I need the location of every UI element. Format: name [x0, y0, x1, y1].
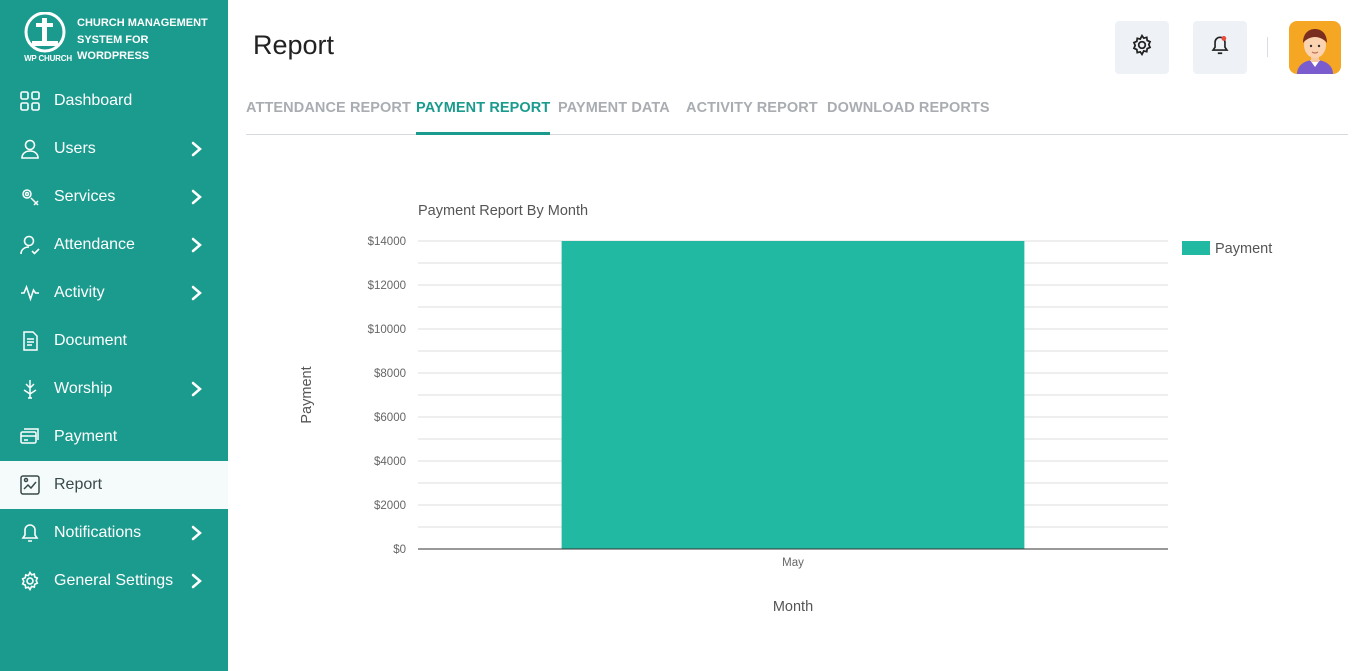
y-tick-label: $0	[393, 544, 406, 556]
sidebar-item-label: Notifications	[54, 524, 142, 541]
sidebar-item-label: Attendance	[54, 236, 135, 253]
header-divider	[1267, 37, 1268, 57]
sidebar-item-label: General Settings	[54, 572, 174, 589]
logo-subtitle: WP CHURCH	[24, 54, 72, 63]
y-tick-label: $6000	[374, 412, 406, 424]
sidebar-item-label: Services	[54, 188, 116, 205]
y-tick-label: $2000	[374, 500, 406, 512]
legend-label-payment: Payment	[1215, 241, 1272, 257]
y-tick-label: $12000	[368, 280, 406, 292]
gear-icon	[1131, 33, 1153, 61]
tab-activity-report[interactable]: ACTIVITY REPORT	[686, 92, 818, 135]
y-tick-label: $4000	[374, 456, 406, 468]
chevron-right-icon[interactable]	[190, 285, 204, 301]
main-content: Report ATTENDANCE REPORT PAYMENT REPORT …	[228, 0, 1365, 671]
y-tick-label: $8000	[374, 368, 406, 380]
x-axis-label: Month	[773, 599, 813, 615]
sidebar-item-payment[interactable]: Payment	[0, 413, 228, 461]
sidebar-item-label: Users	[54, 140, 96, 157]
sidebar-item-label: Document	[54, 332, 127, 349]
logo-title: CHURCH MANAGEMENT SYSTEM FOR WORDPRESS	[77, 17, 208, 62]
sidebar-item-dashboard[interactable]: Dashboard	[0, 77, 228, 125]
y-tick-label: $10000	[368, 324, 406, 336]
user-icon	[20, 139, 40, 159]
logo[interactable]: WP CHURCH CHURCH MANAGEMENT SYSTEM FOR W…	[18, 12, 218, 72]
chevron-right-icon[interactable]	[190, 237, 204, 253]
tab-payment-report[interactable]: PAYMENT REPORT	[416, 92, 551, 135]
report-icon	[20, 475, 40, 495]
sidebar-item-services[interactable]: Services	[0, 173, 228, 221]
tab-payment-data[interactable]: PAYMENT DATA	[558, 92, 670, 135]
sidebar-item-notifications[interactable]: Notifications	[0, 509, 228, 557]
legend-swatch-payment	[1182, 241, 1210, 255]
tab-attendance-report[interactable]: ATTENDANCE REPORT	[246, 92, 411, 135]
y-axis-label: Payment	[299, 366, 315, 423]
sidebar: WP CHURCH CHURCH MANAGEMENT SYSTEM FOR W…	[0, 0, 228, 671]
document-icon	[20, 331, 40, 351]
sidebar-item-document[interactable]: Document	[0, 317, 228, 365]
payment-chart-svg: $0 $2000 $4000 $6000 $8000 $10000 $12000 $14000…	[299, 203, 1272, 615]
payment-chart: $0 $2000 $4000 $6000 $8000 $10000 $12000 $14000…	[288, 195, 1288, 635]
chart-title: Payment Report By Month	[418, 203, 588, 219]
sidebar-item-activity[interactable]: Activity	[0, 269, 228, 317]
y-tick-label: $14000	[368, 236, 406, 248]
activity-icon	[20, 283, 40, 303]
tab-download-reports[interactable]: DOWNLOAD REPORTS	[827, 92, 990, 135]
bar-may	[561, 241, 1025, 549]
sidebar-nav: Dashboard Users Services Attendance Acti…	[0, 77, 228, 605]
sidebar-item-general-settings[interactable]: General Settings	[0, 557, 228, 605]
sidebar-item-label: Activity	[54, 284, 105, 301]
sidebar-item-label: Dashboard	[54, 92, 133, 109]
chevron-right-icon[interactable]	[190, 573, 204, 589]
chevron-right-icon[interactable]	[190, 189, 204, 205]
settings-button[interactable]	[1115, 21, 1169, 74]
dashboard-icon	[20, 91, 40, 111]
worship-icon	[20, 379, 40, 399]
attendance-icon	[20, 235, 40, 255]
sidebar-item-attendance[interactable]: Attendance	[0, 221, 228, 269]
bell-icon	[1209, 34, 1231, 61]
notification-button[interactable]	[1193, 21, 1247, 74]
sidebar-item-users[interactable]: Users	[0, 125, 228, 173]
chevron-right-icon[interactable]	[190, 381, 204, 397]
sidebar-item-label: Payment	[54, 428, 118, 445]
gear-icon	[20, 571, 40, 591]
sidebar-item-worship[interactable]: Worship	[0, 365, 228, 413]
x-tick-label: May	[782, 557, 804, 569]
sidebar-item-label: Worship	[54, 380, 113, 397]
avatar[interactable]	[1289, 21, 1341, 74]
page-title: Report	[253, 30, 335, 60]
payment-icon	[20, 427, 40, 447]
bell-icon	[20, 523, 40, 543]
services-icon	[20, 187, 40, 207]
sidebar-item-label: Report	[54, 476, 103, 493]
chevron-right-icon[interactable]	[190, 141, 204, 157]
sidebar-item-report[interactable]: Report	[0, 461, 228, 509]
report-tabs: ATTENDANCE REPORT PAYMENT REPORT PAYMENT…	[246, 92, 1348, 135]
chevron-right-icon[interactable]	[190, 525, 204, 541]
